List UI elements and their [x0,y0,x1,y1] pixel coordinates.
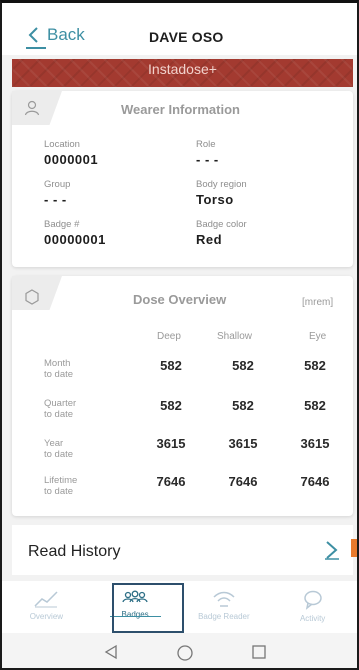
back-underline [26,47,46,49]
product-banner: Instadose+ [12,59,353,87]
role-value: - - - [196,152,219,167]
wearer-info-title: Wearer Information [121,102,240,117]
read-history-label: Read History [28,543,121,560]
page-title: DAVE OSO [149,29,224,45]
header: Back DAVE OSO [2,3,357,55]
row-label-month: Month to date [44,358,74,380]
wifi-icon [213,591,235,607]
month-shallow: 582 [232,358,254,373]
group-value: - - - [44,192,67,207]
chevron-left-icon [28,27,38,43]
badge-color-label: Badge color [196,219,247,230]
dose-overview-card: Dose Overview [mrem] Deep Shallow Eye Mo… [12,276,353,516]
badge-color-value: Red [196,232,223,247]
read-history-row[interactable]: Read History [12,525,353,575]
wearer-info-card: Wearer Information Location 0000001 Role… [12,91,353,267]
tab-badges[interactable]: Badges [91,581,180,633]
trend-line-icon [34,591,58,608]
quarter-shallow: 582 [232,398,254,413]
banner-text: Instadose+ [148,61,217,77]
back-button[interactable]: Back [28,25,85,45]
col-shallow: Shallow [217,331,253,342]
tab-badges-label: Badges [121,610,149,619]
back-triangle-icon[interactable] [103,644,119,660]
group-label: Group [44,179,71,190]
row-label-lifetime: Lifetime to date [44,475,78,497]
quarter-deep: 582 [160,398,182,413]
badge-number-label: Badge # [44,219,80,230]
row-label-year: Year to date [44,438,74,460]
lifetime-eye: 7646 [300,474,330,489]
badge-number-value: 00000001 [44,232,106,247]
tab-activity-label: Activity [299,614,326,623]
chevron-right-icon [325,541,339,560]
tab-badge-reader-label: Badge Reader [198,612,250,621]
location-value: 0000001 [44,152,99,167]
year-deep: 3615 [156,436,186,451]
app-frame: Back DAVE OSO Instadose+ Wearer Informat… [0,0,359,670]
unit-label: [mrem] [302,297,334,308]
people-icon [122,590,148,603]
dose-overview-title: Dose Overview [133,292,227,307]
system-nav-bar [2,633,357,668]
lifetime-shallow: 7646 [228,474,258,489]
year-eye: 3615 [300,436,330,451]
recents-square-icon[interactable] [251,644,267,660]
tab-overview[interactable]: Overview [2,581,91,633]
year-shallow: 3615 [228,436,258,451]
month-deep: 582 [160,358,182,373]
home-circle-icon[interactable] [176,644,194,662]
col-deep: Deep [157,331,181,342]
tab-badge-reader[interactable]: Badge Reader [180,581,269,633]
quarter-eye: 582 [304,398,326,413]
body-region-value: Torso [196,192,234,207]
row-label-quarter: Quarter to date [44,398,77,420]
orange-edge-tab [351,539,357,557]
role-label: Role [196,139,216,150]
lifetime-deep: 7646 [156,474,186,489]
month-eye: 582 [304,358,326,373]
hexagon-icon [25,289,39,305]
body-region-label: Body region [196,179,247,190]
tab-overview-label: Overview [29,612,64,621]
chat-bubble-icon [303,590,322,610]
col-eye: Eye [309,331,327,342]
location-label: Location [44,139,80,150]
person-icon [24,100,40,116]
tab-activity[interactable]: Activity [268,581,357,633]
bottom-tab-bar: Overview Badges Badge Reader Activity [2,581,357,633]
back-label: Back [47,25,85,44]
